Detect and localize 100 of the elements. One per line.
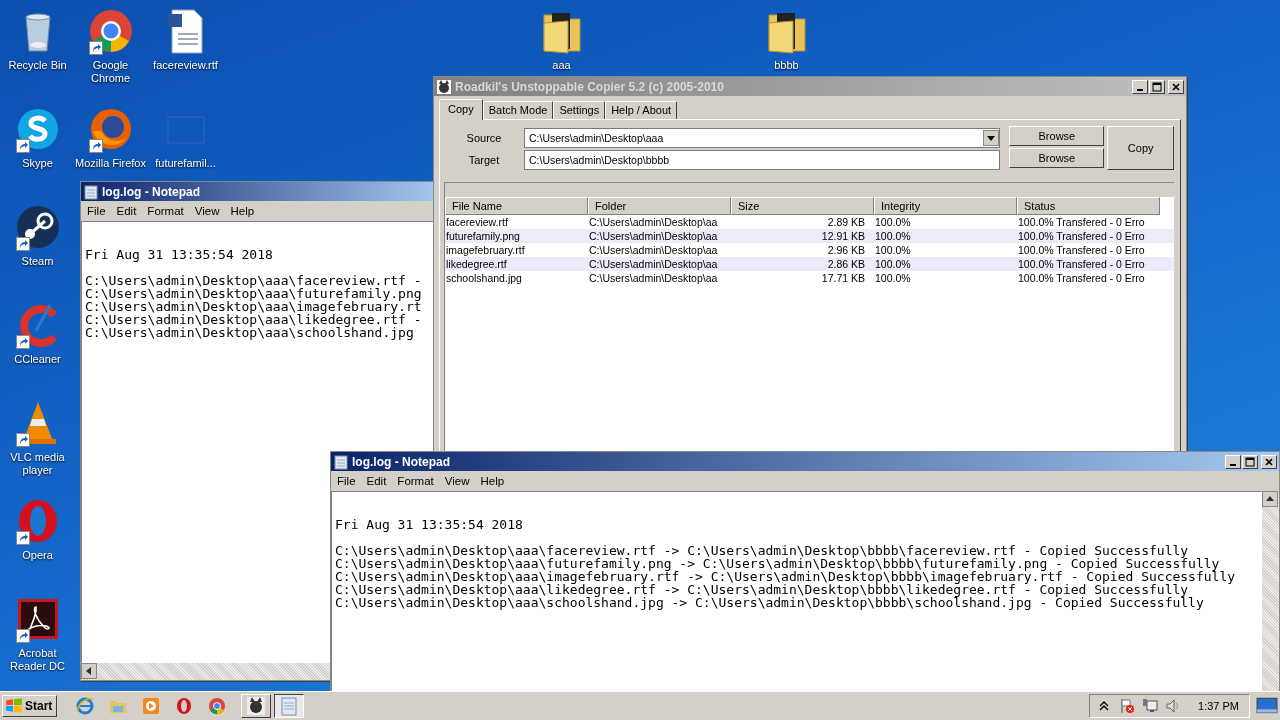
table-cell-text: likedegree.rtf [445,257,508,271]
menu-item[interactable]: Edit [362,475,394,487]
column-header[interactable]: Status [1017,197,1160,215]
menu-item[interactable]: View [440,475,477,487]
window-title: Roadkil's Unstoppable Copier 5.2 (c) 2005-2010 [455,79,724,94]
icon-label[interactable]: futurefamil... [148,157,223,170]
table-cell-text: C:\Users\admin\Desktop\aa [588,271,719,285]
table-cell-text: C:\Users\admin\Desktop\aa [588,229,719,243]
table-cell-text: 100.0% [874,243,912,257]
notepad-icon [83,183,99,200]
table-cell-text: 2.89 KB [826,215,866,229]
table-cell-text: 2.86 KB [826,257,866,271]
start-button[interactable]: Start [2,695,58,717]
table-cell-text: C:\Users\admin\Desktop\aa [588,257,719,271]
table-cell-text: 100.0% Transfered - 0 Erro [1017,257,1146,271]
table-cell-text: 100.0% [874,215,912,229]
flag-icon[interactable] [1119,698,1136,714]
log-line: C:\Users\admin\Desktop\aaa\imagefebruary.rtf -> C:\Users\admin\Desktop\bbbb\imagefebruary.rtf - Copied Successfully [335,570,1237,583]
log-line: C:\Users\admin\Desktop\aaa\facereview.rtf -> C:\Users\admin\Desktop\bbbb\facereview.rtf - Copied Successfully [335,544,1190,557]
maximize-icon [1245,456,1255,467]
windows-logo-icon [5,697,23,715]
icon-label[interactable]: facereview.rtf [148,59,223,72]
log-line: C:\Users\admin\Desktop\aaa\likedegree.rtf - [85,313,423,326]
text-area[interactable] [331,491,1262,691]
maximize-button[interactable] [1242,454,1258,469]
table-cell-text: imagefebruary.rtf [445,243,526,257]
icon-label[interactable]: CCleaner [0,353,75,366]
copy-button[interactable]: Copy [1107,126,1174,170]
table-cell-text: C:\Users\admin\Desktop\aa [588,243,719,257]
network-icon[interactable] [1142,698,1159,714]
table-cell-text: C:\Users\admin\Desktop\aa [588,215,719,229]
icon-label[interactable]: Mozilla Firefox [73,157,148,170]
icon-label[interactable]: Steam [0,255,75,268]
window-title: log.log - Notepad [352,454,450,469]
tab[interactable]: Copy [439,99,483,120]
clock[interactable]: 1:37 PM [1198,700,1239,712]
source-label: Source [465,132,503,144]
log-line: C:\Users\admin\Desktop\aaa\schoolshand.jpg -> C:\Users\admin\Desktop\bbbb\schoolshand.jpg - Copied Successfully [335,596,1205,609]
menu-item[interactable]: View [190,205,227,217]
window-title: log.log - Notepad [102,184,200,199]
column-header[interactable]: Size [731,197,874,215]
column-header[interactable]: Folder [588,197,731,215]
table-cell-text: facereview.rtf [445,215,509,229]
cat-icon [436,78,452,95]
source-dropdown[interactable]: C:\Users\admin\Desktop\aaa [524,128,1001,148]
table-cell-text: 100.0% Transfered - 0 Erro [1017,271,1146,285]
log-line: C:\Users\admin\Desktop\aaa\facereview.rtf - [85,274,423,287]
menu-item[interactable]: Edit [112,205,144,217]
icon-label[interactable]: Acrobat Reader DC [0,647,75,673]
show-desktop-button[interactable] [1256,697,1278,715]
log-line: C:\Users\admin\Desktop\aaa\futurefamily.png [85,287,423,300]
notepad-icon [333,453,349,470]
table-cell-text: 17.71 KB [820,271,866,285]
table-cell-text: 100.0% Transfered - 0 Erro [1017,229,1146,243]
close-icon [1171,81,1181,92]
close-button[interactable] [1261,454,1277,469]
table-cell-text: schoolshand.jpg [445,271,523,285]
table-cell-text: futurefamily.png [445,229,521,243]
minimize-button[interactable] [1225,454,1241,469]
icon-label[interactable]: Opera [0,549,75,562]
browse-button[interactable]: Browse [1009,148,1105,168]
table-cell-text: 100.0% [874,229,912,243]
menu-item[interactable]: File [83,205,113,217]
target-field[interactable]: C:\Users\admin\Desktop\bbbb [524,150,1001,170]
maximize-icon [1152,81,1162,92]
target-label: Target [467,154,501,166]
icon-label[interactable]: Skype [0,157,75,170]
icon-label[interactable]: aaa [524,59,599,72]
log-line: Fri Aug 31 13:35:54 2018 [85,248,274,261]
menu-item[interactable]: Format [143,205,191,217]
table-cell-text: 100.0% Transfered - 0 Erro [1017,243,1146,257]
menu-item[interactable]: Help [476,475,512,487]
log-line: C:\Users\admin\Desktop\aaa\futurefamily.png -> C:\Users\admin\Desktop\bbbb\futurefamily.png - Copied Successfully [335,557,1221,570]
log-line: C:\Users\admin\Desktop\aaa\likedegree.rtf -> C:\Users\admin\Desktop\bbbb\likedegree.rtf - Copied Successfully [335,583,1189,596]
menu-item[interactable]: Format [393,475,441,487]
table-cell-text: 12.91 KB [820,229,866,243]
table-cell-text: 100.0% [874,257,912,271]
vertical-scrollbar[interactable] [1262,491,1279,691]
scroll-left-button[interactable] [81,663,97,679]
icon-label[interactable]: VLC media player [0,451,75,477]
table-cell-text: 100.0% Transfered - 0 Erro [1017,215,1146,229]
browse-button[interactable]: Browse [1009,126,1105,146]
close-icon [1264,456,1274,467]
log-line: C:\Users\admin\Desktop\aaa\schoolshand.jpg [85,326,415,339]
menu-item[interactable]: Help [226,205,262,217]
menu-item[interactable]: File [333,475,363,487]
chrome-icon[interactable] [207,696,228,716]
notepad-task-button[interactable] [274,694,305,718]
icon-label[interactable]: Google Chrome [73,59,148,85]
log-line: Fri Aug 31 13:35:54 2018 [335,518,524,531]
scroll-up-button[interactable] [1262,491,1278,507]
minimize-icon [1137,88,1143,91]
internet-explorer-icon[interactable] [75,696,96,716]
icon-label[interactable]: Recycle Bin [0,59,75,72]
column-header[interactable]: Integrity [874,197,1017,215]
column-header[interactable]: File Name [445,197,588,215]
copier-task-button[interactable] [241,694,272,718]
table-cell-text: 2.96 KB [826,243,866,257]
log-line: C:\Users\admin\Desktop\aaa\imagefebruary.rt [85,300,423,313]
icon-label[interactable]: bbbb [749,59,824,72]
